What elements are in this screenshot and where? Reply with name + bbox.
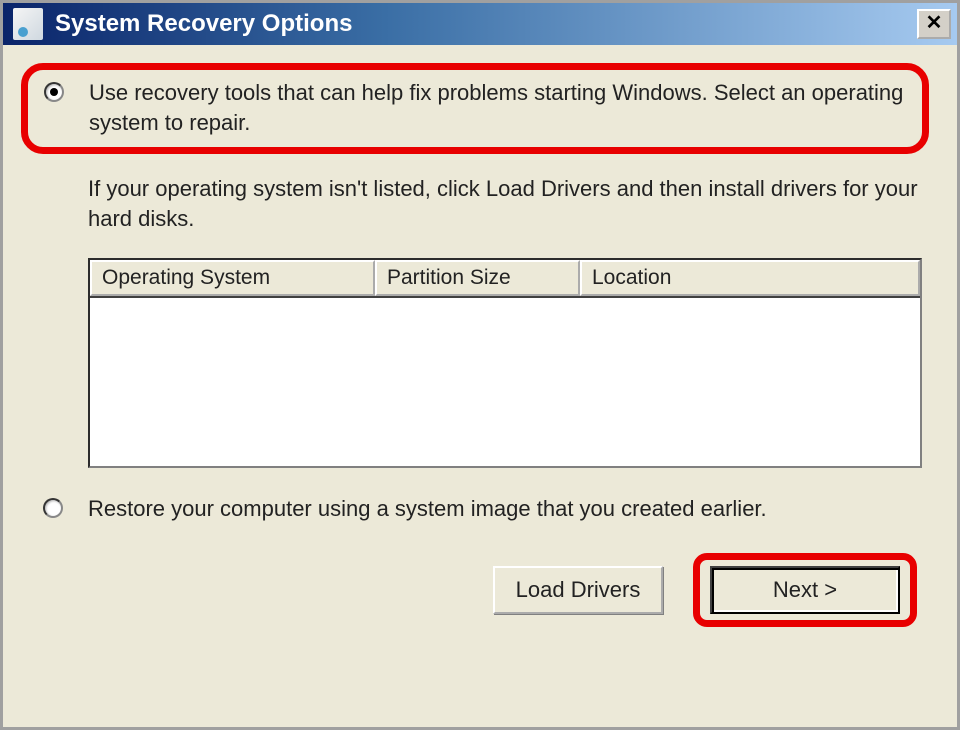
load-drivers-button[interactable]: Load Drivers (493, 566, 663, 614)
option-restore-image-label: Restore your computer using a system ima… (88, 494, 927, 524)
close-icon: ✕ (926, 12, 943, 34)
dialog-content: Use recovery tools that can help fix pro… (3, 45, 957, 727)
button-row: Load Drivers Next > (33, 553, 927, 627)
column-header-os[interactable]: Operating System (90, 260, 375, 296)
highlighted-next-annotation: Next > (693, 553, 917, 627)
option-recovery-tools-label: Use recovery tools that can help fix pro… (89, 78, 910, 137)
window-title: System Recovery Options (55, 10, 917, 38)
radio-recovery-tools[interactable] (44, 82, 64, 102)
option-restore-image[interactable]: Restore your computer using a system ima… (33, 494, 927, 524)
table-header-row: Operating System Partition Size Location (90, 260, 920, 298)
titlebar: System Recovery Options ✕ (3, 3, 957, 45)
column-header-partition[interactable]: Partition Size (375, 260, 580, 296)
recovery-icon (13, 8, 43, 40)
radio-restore-image[interactable] (43, 498, 63, 518)
highlighted-option-annotation: Use recovery tools that can help fix pro… (21, 63, 929, 154)
column-header-location[interactable]: Location (580, 260, 920, 296)
next-button[interactable]: Next > (710, 566, 900, 614)
system-recovery-window: System Recovery Options ✕ Use recovery t… (0, 0, 960, 730)
os-table[interactable]: Operating System Partition Size Location (88, 258, 922, 468)
hint-text: If your operating system isn't listed, c… (88, 174, 927, 233)
option-recovery-tools[interactable]: Use recovery tools that can help fix pro… (34, 78, 910, 137)
close-button[interactable]: ✕ (917, 9, 951, 39)
